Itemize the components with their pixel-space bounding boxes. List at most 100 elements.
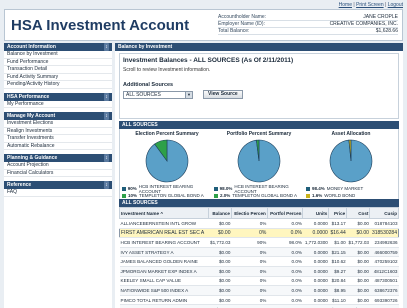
table-cell: 90%: [231, 237, 268, 248]
sidebar-item-balance-by-investment[interactable]: Balance by Investment: [4, 51, 112, 59]
column-header-balance[interactable]: Balance: [207, 207, 232, 219]
sidebar-section-header[interactable]: Manage My Account ↕: [4, 112, 112, 120]
legend-percent: 98.4%: [312, 186, 325, 191]
table-cell: $0.00: [208, 218, 232, 229]
column-header-price[interactable]: Price: [328, 207, 348, 219]
sidebar-section-title: Account Information: [7, 44, 56, 50]
table-cell: $9.27: [328, 266, 347, 277]
table-cell: $0.00: [346, 247, 370, 258]
table-cell: 0.0000: [302, 276, 329, 287]
collapse-icon[interactable]: ↕: [104, 181, 109, 189]
sidebar-item-investment-elections[interactable]: Investment Elections: [4, 120, 112, 128]
table-cell: $0.00: [346, 218, 370, 229]
table-cell: $0.00: [208, 295, 232, 306]
table-cell: $0.00: [346, 266, 370, 277]
table-cell: 0.0000: [302, 247, 329, 258]
table-cell[interactable]: JPMORGAN MARKET EXP INDEX A: [119, 266, 209, 277]
legend-swatch: [306, 193, 310, 198]
table-cell[interactable]: ALLIANCEBERNSTEIN INTL GROW: [119, 218, 209, 229]
logout-link[interactable]: Logout: [388, 2, 403, 8]
column-header-investment-name[interactable]: Investment Name ^: [119, 207, 209, 219]
table-row[interactable]: JPMORGAN MARKET EXP INDEX A $0.00 0% 0.0% 0.…: [119, 266, 399, 277]
sidebar-item-faq[interactable]: FAQ: [4, 189, 112, 197]
table-cell[interactable]: IVY ASSET STRATEGY A: [119, 247, 209, 258]
balance-label: Total Balance:: [218, 28, 250, 34]
table-cell: $0.00: [346, 285, 370, 296]
table-row[interactable]: FIRST AMERICAN REAL EST SEC A $0.00 0% 0.0%…: [119, 228, 399, 239]
sidebar-section-header[interactable]: Reference ↕: [4, 181, 112, 189]
table-cell: 0.0000: [302, 218, 329, 229]
table-cell: $1,772.03: [208, 237, 232, 248]
legend-label: MONEY MARKET: [326, 186, 364, 191]
table-cell: 0.0%: [267, 266, 303, 277]
sidebar-item-automatic-rebalance[interactable]: Automatic Rebalance: [4, 143, 112, 150]
table-cell: 0%: [231, 218, 268, 229]
legend-label: HCB INTEREST BEARING ACCOUNT: [234, 183, 289, 194]
table-row[interactable]: IVY ASSET STRATEGY A $0.00 0% 0.0% 0.0000 $21…: [119, 247, 399, 258]
view-source-button[interactable]: View Source: [203, 90, 243, 99]
table-row[interactable]: JAMES BALANCED GOLDEN RAINE $0.00 0% 0.0% 0.…: [119, 256, 399, 267]
holder-label: Accountholder Name:: [218, 14, 267, 20]
table-row[interactable]: PIMCO TOTAL RETURN ADMIN $0.00 0% 0.0% 0.000…: [119, 295, 399, 306]
home-link[interactable]: Home: [339, 2, 352, 8]
nav-separator: |: [385, 2, 387, 8]
collapse-icon[interactable]: ↕: [104, 112, 109, 120]
column-header-electio-percen[interactable]: Electio Percen: [230, 207, 268, 219]
table-cell[interactable]: HCB INTEREST BEARING ACCOUNT: [119, 237, 209, 248]
sidebar-item-fund-activity-summary[interactable]: Fund Activity Summary: [4, 74, 112, 81]
column-header-cost[interactable]: Cost: [346, 207, 371, 219]
table-cell: 487300501: [369, 276, 399, 287]
table-cell: $20.84: [328, 276, 347, 287]
collapse-icon[interactable]: ↕: [104, 43, 109, 51]
legend-label: WORLD BOND: [324, 193, 356, 198]
chart-title: Election Percent Summary: [135, 131, 199, 137]
legend-item: 1.6% WORLD BOND: [306, 192, 396, 199]
sidebar-item-realign-investments[interactable]: Realign Investments: [4, 128, 112, 135]
table-cell: $0.00: [346, 295, 370, 306]
table-cell: $11.10: [328, 295, 347, 306]
collapse-icon[interactable]: ↕: [104, 92, 109, 101]
page-header: HSA Investment Account Accountholder Nam…: [4, 9, 403, 41]
table-cell: $0.00: [208, 266, 232, 277]
column-header-portfol-percen[interactable]: Portfol Percen: [266, 207, 304, 219]
table-cell: 0.0%: [267, 218, 303, 229]
sidebar-item-fund-performance[interactable]: Fund Performance: [4, 59, 112, 66]
table-cell: 0.0%: [267, 228, 303, 239]
table-row[interactable]: HCB INTEREST BEARING ACCOUNT $1,772.03 90%…: [119, 237, 399, 248]
table-row[interactable]: NATIONWIDE S&P 500 INDEX A $0.00 0% 0.0% 0.0…: [119, 285, 399, 296]
table-cell[interactable]: JAMES BALANCED GOLDEN RAINE: [119, 256, 209, 267]
legend-percent: 2.0%: [220, 193, 231, 198]
sidebar-item-financial-calculators[interactable]: Financial Calculators: [4, 170, 112, 177]
collapse-icon[interactable]: ↕: [104, 154, 109, 162]
table-row[interactable]: KEELEY SMALL CAP VALUE $0.00 0% 0.0% 0.0000 $…: [119, 276, 399, 287]
table-cell: $10.62: [328, 256, 347, 267]
chart-title: Asset Allocation: [331, 131, 371, 137]
column-header-units[interactable]: Units: [302, 207, 330, 219]
table-cell[interactable]: KEELEY SMALL CAP VALUE: [119, 276, 209, 287]
table-cell[interactable]: FIRST AMERICAN REAL EST SEC A: [119, 228, 209, 239]
table-cell: 470259102: [369, 256, 399, 267]
chart-legend: 98.0% HCB INTEREST BEARING ACCOUNT 2.0% TEM…: [214, 183, 304, 199]
sidebar-item-my-performance[interactable]: My Performance: [4, 101, 112, 108]
sidebar-item-transaction-detail[interactable]: Transaction Detail: [4, 66, 112, 74]
table-cell[interactable]: NATIONWIDE S&P 500 INDEX A: [119, 285, 209, 296]
table-cell: $0.00: [208, 256, 232, 267]
table-row[interactable]: ALLIANCEBERNSTEIN INTL GROW $0.00 0% 0.0% 0.…: [119, 218, 399, 229]
table-cell: $0.00: [208, 228, 232, 239]
table-cell: 0%: [231, 285, 268, 296]
additional-sources-label: Additional Sources: [123, 82, 174, 88]
sidebar-item-transfer-investments[interactable]: Transfer Investments: [4, 135, 112, 143]
sidebar-section-header[interactable]: Account Information ↕: [4, 43, 112, 51]
sidebar-item-pending-activity-history[interactable]: Pending/Activity History: [4, 81, 112, 89]
investment-table: Investment Name ^ Balance Electio Percen Po…: [119, 207, 399, 308]
sidebar-item-account-projection[interactable]: Account Projection: [4, 162, 112, 170]
column-header-cusip[interactable]: Cusip: [369, 207, 399, 219]
print-screen-link[interactable]: Print Screen: [356, 2, 384, 8]
sidebar-section-header[interactable]: Planning & Guidance ↕: [4, 154, 112, 162]
sidebar-section-header[interactable]: HSA Performance ↕: [4, 92, 112, 101]
table-cell[interactable]: PIMCO TOTAL RETURN ADMIN: [119, 295, 209, 306]
table-cell: 0%: [231, 276, 268, 287]
table-cell: 0.0000: [302, 228, 329, 239]
table-cell: 018784103: [369, 218, 399, 229]
source-select[interactable]: ALL SOURCES ▼: [123, 90, 193, 99]
